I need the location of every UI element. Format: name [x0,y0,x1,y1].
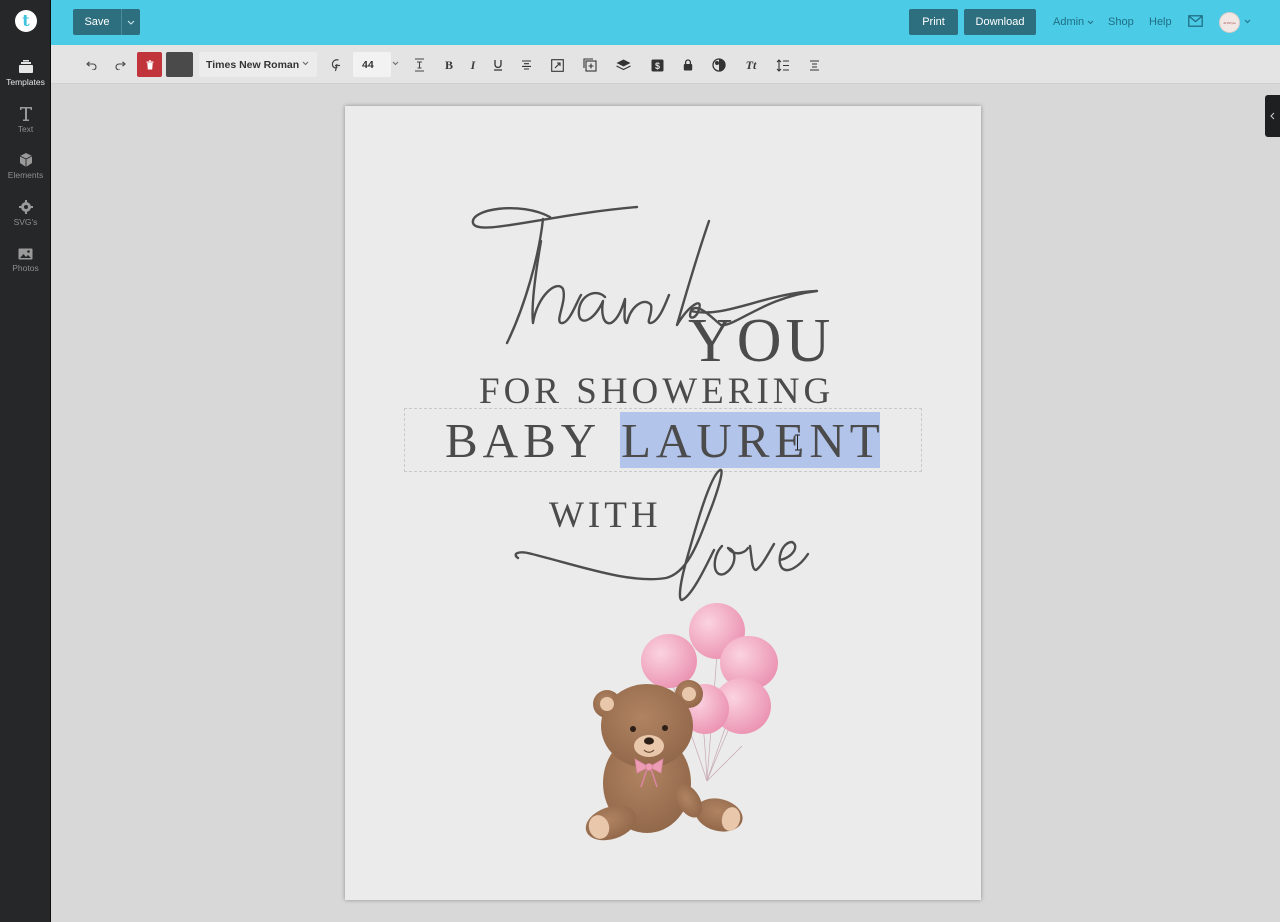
for-showering-text[interactable]: FOR SHOWERING [479,370,834,413]
vertical-align-button[interactable] [807,54,821,76]
underline-button[interactable] [491,54,505,76]
save-dropdown-button[interactable] [121,9,140,35]
chevron-down-icon [302,61,309,66]
logo-letter: t [22,11,30,30]
italic-button[interactable]: I [466,54,480,76]
resize-button[interactable] [549,54,565,76]
line-spacing-icon [776,58,789,72]
duplicate-button[interactable] [582,54,598,76]
line-spacing-button[interactable] [775,54,791,76]
baby-word[interactable]: BABY [445,412,601,469]
save-button[interactable]: Save [73,9,121,35]
teddy-bear-illustration[interactable] [577,601,787,841]
you-text[interactable]: YOU [688,306,834,377]
lock-icon [683,59,693,71]
download-button[interactable]: Download [964,9,1036,35]
sidebar-item-templates[interactable]: Templates [0,60,51,87]
script-love-graphic[interactable] [510,466,810,606]
admin-label: Admin [1053,16,1085,28]
opacity-button[interactable] [711,54,727,76]
underline-icon [494,60,502,71]
sidebar-item-label: Elements [7,170,44,180]
print-button[interactable]: Print [909,9,958,35]
sidebar-item-label: SVG's [13,217,38,227]
text-case-icon: Tt [745,57,757,72]
vertical-align-icon [809,59,819,71]
panel-collapse-handle[interactable] [1265,95,1280,137]
layers-button[interactable] [615,54,631,76]
sidebar-item-elements[interactable]: Elements [0,153,51,180]
image-icon [18,248,33,260]
bold-icon: B [444,57,453,72]
sidebar-item-svgs[interactable]: SVG's [0,200,51,227]
admin-menu[interactable]: Admin [1053,16,1094,28]
dollar-icon: $ [651,59,663,71]
avatar[interactable]: ArtStyle [1219,12,1240,33]
align-center-icon [521,60,531,70]
text-case-button[interactable]: Tt [743,54,759,76]
opacity-icon [712,58,726,72]
sidebar-item-text[interactable]: Text [0,106,51,134]
cube-icon [19,153,32,167]
left-sidebar: t Templates Text Elements SVG's Photos [0,0,51,922]
text-color-swatch[interactable] [166,52,193,77]
shop-link[interactable]: Shop [1108,16,1134,28]
lock-button[interactable] [681,54,695,76]
redo-icon [115,60,126,70]
bold-button[interactable]: B [442,54,456,76]
top-bar: Save Print Download Admin Shop Help ArtS… [51,0,1280,45]
text-cursor-icon [795,434,800,451]
italic-icon: I [470,57,476,72]
sidebar-item-label: Text [17,124,34,134]
chevron-down-icon [127,20,135,25]
undo-icon [86,60,97,70]
trash-icon [146,59,153,69]
font-style-button[interactable] [327,54,345,76]
resize-icon [550,58,564,72]
duplicate-icon [583,58,597,72]
chevron-down-icon [1087,20,1094,24]
font-style-icon [331,59,340,72]
font-family-select[interactable]: Times New Roman [199,52,317,77]
chevron-left-icon [1270,112,1275,120]
text-toolbar: Times New Roman 44 B I $ Tt [51,45,1280,84]
templates-icon [18,60,33,73]
layers-icon [615,59,631,71]
undo-button[interactable] [83,54,99,76]
align-center-button[interactable] [519,54,533,76]
chevron-down-icon[interactable] [1244,19,1251,24]
avatar-text: ArtStyle [1223,20,1236,25]
sidebar-item-photos[interactable]: Photos [0,247,51,273]
chevron-down-icon[interactable] [392,61,399,66]
app-logo[interactable]: t [15,10,37,32]
redo-button[interactable] [113,54,129,76]
sidebar-item-label: Templates [6,77,45,87]
text-icon [19,107,32,121]
design-card[interactable]: YOU FOR SHOWERING BABY LAURENT WITH [345,106,981,900]
save-button-group: Save [73,9,140,35]
text-height-button[interactable] [412,54,426,76]
delete-button[interactable] [137,52,162,77]
baby-name-word[interactable]: LAURENT [621,412,885,469]
svg-text:$: $ [654,61,659,71]
sidebar-item-label: Photos [12,263,39,273]
font-size-input[interactable]: 44 [353,52,391,77]
price-button[interactable]: $ [649,54,665,76]
help-link[interactable]: Help [1149,16,1172,28]
font-family-value: Times New Roman [206,58,300,71]
gear-icon [18,200,33,214]
line-height-icon [414,58,424,72]
mail-icon[interactable] [1188,15,1203,27]
